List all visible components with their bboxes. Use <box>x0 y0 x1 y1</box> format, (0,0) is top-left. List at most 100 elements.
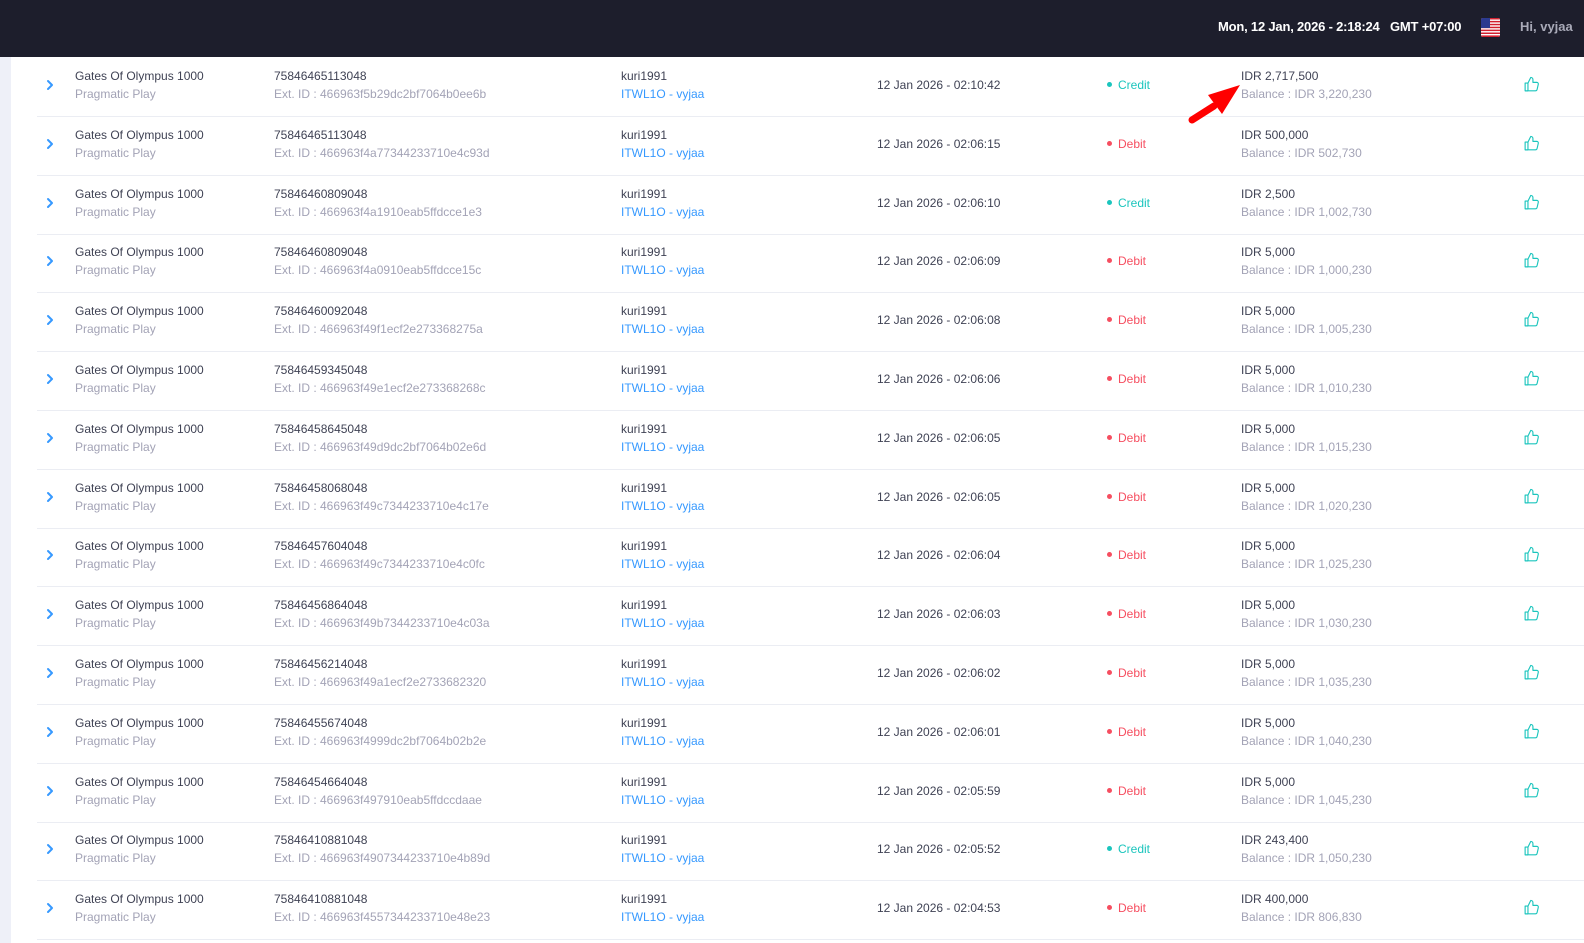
status-dot <box>1107 82 1112 88</box>
game-name: Gates Of Olympus 1000 <box>75 69 204 83</box>
game-provider: Pragmatic Play <box>75 793 156 807</box>
agent-link[interactable]: ITWL1O - vyjaa <box>621 734 704 748</box>
external-id: Ext. ID : 466963f49e1ecf2e273368268c <box>274 381 486 395</box>
agent-link[interactable]: ITWL1O - vyjaa <box>621 616 704 630</box>
agent-link[interactable]: ITWL1O - vyjaa <box>621 499 704 513</box>
chevron-right-icon[interactable] <box>43 196 57 210</box>
agent-link[interactable]: ITWL1O - vyjaa <box>621 440 704 454</box>
thumbs-up-icon[interactable] <box>1523 488 1540 505</box>
external-id: Ext. ID : 466963f49c7344233710e4c17e <box>274 499 489 513</box>
agent-link[interactable]: ITWL1O - vyjaa <box>621 910 704 924</box>
thumbs-up-icon[interactable] <box>1523 899 1540 916</box>
thumbs-up-icon[interactable] <box>1523 370 1540 387</box>
transaction-amount: IDR 243,400 <box>1241 833 1309 847</box>
player-username: kuri1991 <box>621 128 668 142</box>
transaction-time: 12 Jan 2026 - 02:04:53 <box>877 901 1001 915</box>
thumbs-up-icon[interactable] <box>1523 429 1540 446</box>
transaction-amount: IDR 5,000 <box>1241 304 1296 318</box>
chevron-right-icon[interactable] <box>43 254 57 268</box>
status-dot <box>1107 670 1112 676</box>
transaction-row: Gates Of Olympus 1000 Pragmatic Play 758… <box>37 116 1584 176</box>
agent-link[interactable]: ITWL1O - vyjaa <box>621 205 704 219</box>
chevron-right-icon[interactable] <box>43 548 57 562</box>
chevron-right-icon[interactable] <box>43 431 57 445</box>
thumbs-up-icon[interactable] <box>1523 76 1540 93</box>
transaction-amount: IDR 5,000 <box>1241 481 1296 495</box>
transaction-type-badge: Credit <box>1107 196 1150 210</box>
transaction-time: 12 Jan 2026 - 02:06:01 <box>877 725 1001 739</box>
transaction-row: Gates Of Olympus 1000 Pragmatic Play 758… <box>37 763 1584 823</box>
agent-link[interactable]: ITWL1O - vyjaa <box>621 146 704 160</box>
chevron-right-icon[interactable] <box>43 372 57 386</box>
thumbs-up-icon[interactable] <box>1523 840 1540 857</box>
agent-link[interactable]: ITWL1O - vyjaa <box>621 263 704 277</box>
chevron-right-icon[interactable] <box>43 842 57 856</box>
round-id: 75846456214048 <box>274 657 368 671</box>
game-provider: Pragmatic Play <box>75 675 156 689</box>
chevron-right-icon[interactable] <box>43 607 57 621</box>
player-username: kuri1991 <box>621 892 668 906</box>
transaction-type-label: Credit <box>1118 842 1151 856</box>
thumbs-up-icon[interactable] <box>1523 605 1540 622</box>
thumbs-up-icon[interactable] <box>1523 546 1540 563</box>
game-provider: Pragmatic Play <box>75 381 156 395</box>
agent-link[interactable]: ITWL1O - vyjaa <box>621 381 704 395</box>
game-name: Gates Of Olympus 1000 <box>75 363 204 377</box>
round-id: 75846460809048 <box>274 245 368 259</box>
balance-after: Balance : IDR 1,050,230 <box>1241 851 1372 865</box>
player-username: kuri1991 <box>621 539 668 553</box>
chevron-right-icon[interactable] <box>43 725 57 739</box>
chevron-right-icon[interactable] <box>43 313 57 327</box>
external-id: Ext. ID : 466963f5b29dc2bf7064b0ee6b <box>274 87 487 101</box>
status-dot <box>1107 846 1112 852</box>
game-name: Gates Of Olympus 1000 <box>75 598 204 612</box>
player-username: kuri1991 <box>621 187 668 201</box>
header-timezone: GMT +07:00 <box>1390 19 1462 34</box>
thumbs-up-icon[interactable] <box>1523 135 1540 152</box>
status-dot <box>1107 494 1112 500</box>
game-provider: Pragmatic Play <box>75 557 156 571</box>
thumbs-up-icon[interactable] <box>1523 194 1540 211</box>
agent-link[interactable]: ITWL1O - vyjaa <box>621 675 704 689</box>
status-dot <box>1107 611 1112 617</box>
transaction-type-label: Debit <box>1118 137 1147 151</box>
agent-link[interactable]: ITWL1O - vyjaa <box>621 322 704 336</box>
transaction-type-badge: Credit <box>1107 78 1150 92</box>
game-name: Gates Of Olympus 1000 <box>75 892 204 906</box>
agent-link[interactable]: ITWL1O - vyjaa <box>621 557 704 571</box>
us-flag-icon[interactable] <box>1481 18 1500 37</box>
game-provider: Pragmatic Play <box>75 499 156 513</box>
game-provider: Pragmatic Play <box>75 263 156 277</box>
status-dot <box>1107 200 1112 206</box>
chevron-right-icon[interactable] <box>43 78 57 92</box>
transaction-type-label: Debit <box>1118 725 1147 739</box>
transaction-type-badge: Debit <box>1107 313 1146 327</box>
chevron-right-icon[interactable] <box>43 666 57 680</box>
transaction-row: Gates Of Olympus 1000 Pragmatic Play 758… <box>37 469 1584 529</box>
chevron-right-icon[interactable] <box>43 137 57 151</box>
transaction-time: 12 Jan 2026 - 02:06:05 <box>877 431 1001 445</box>
chevron-right-icon[interactable] <box>43 901 57 915</box>
game-provider: Pragmatic Play <box>75 910 156 924</box>
game-name: Gates Of Olympus 1000 <box>75 657 204 671</box>
transaction-time: 12 Jan 2026 - 02:06:08 <box>877 313 1001 327</box>
thumbs-up-icon[interactable] <box>1523 723 1540 740</box>
thumbs-up-icon[interactable] <box>1523 252 1540 269</box>
transaction-amount: IDR 2,717,500 <box>1241 69 1319 83</box>
thumbs-up-icon[interactable] <box>1523 311 1540 328</box>
transaction-type-badge: Debit <box>1107 372 1146 386</box>
chevron-right-icon[interactable] <box>43 784 57 798</box>
agent-link[interactable]: ITWL1O - vyjaa <box>621 87 704 101</box>
round-id: 75846465113048 <box>274 69 367 83</box>
thumbs-up-icon[interactable] <box>1523 782 1540 799</box>
external-id: Ext. ID : 466963f4a77344233710e4c93d <box>274 146 490 160</box>
agent-link[interactable]: ITWL1O - vyjaa <box>621 851 704 865</box>
user-greeting[interactable]: Hi, vyjaa <box>1520 19 1573 34</box>
round-id: 75846457604048 <box>274 539 368 553</box>
agent-link[interactable]: ITWL1O - vyjaa <box>621 793 704 807</box>
round-id: 75846459345048 <box>274 363 368 377</box>
transaction-type-label: Debit <box>1118 431 1147 445</box>
chevron-right-icon[interactable] <box>43 490 57 504</box>
thumbs-up-icon[interactable] <box>1523 664 1540 681</box>
game-provider: Pragmatic Play <box>75 734 156 748</box>
